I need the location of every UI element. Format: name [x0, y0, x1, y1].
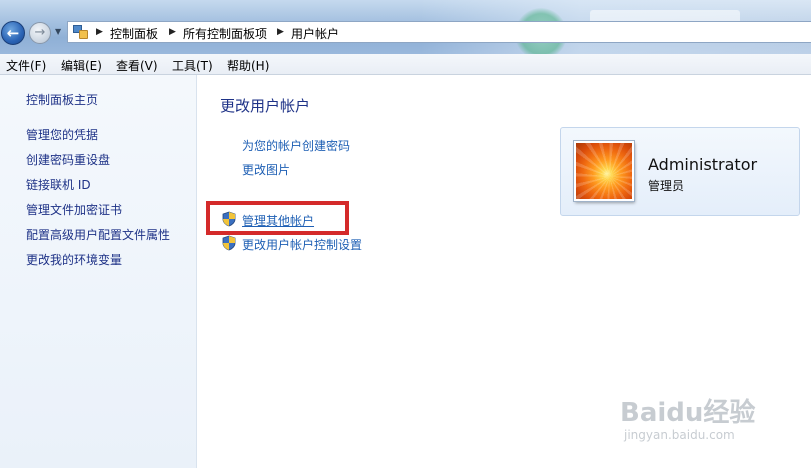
- breadcrumb-chevron-icon[interactable]: ▶: [169, 24, 176, 40]
- control-panel-icon: [73, 25, 88, 39]
- sidebar-item-environment-variables[interactable]: 更改我的环境变量: [26, 251, 122, 268]
- breadcrumb-control-panel[interactable]: 控制面板: [110, 25, 158, 42]
- menu-view[interactable]: 查看(V): [116, 57, 158, 74]
- change-picture-link[interactable]: 更改图片: [242, 161, 290, 178]
- sidebar-item-link-online-id[interactable]: 链接联机 ID: [26, 176, 91, 193]
- watermark-url: jingyan.baidu.com: [624, 428, 735, 442]
- create-password-link[interactable]: 为您的帐户创建密码: [242, 137, 350, 154]
- forward-arrow-icon: →: [34, 25, 46, 40]
- address-bar[interactable]: ▶ 控制面板 ▶ 所有控制面板项 ▶ 用户帐户: [67, 21, 811, 43]
- uac-shield-icon: [222, 235, 236, 251]
- uac-settings-link[interactable]: 更改用户帐户控制设置: [242, 236, 362, 253]
- sidebar-item-encryption-certificates[interactable]: 管理文件加密证书: [26, 201, 122, 218]
- breadcrumb-chevron-icon[interactable]: ▶: [96, 24, 103, 40]
- page-title: 更改用户帐户: [220, 97, 311, 115]
- back-button[interactable]: ←: [1, 21, 25, 45]
- menu-tools[interactable]: 工具(T): [172, 57, 213, 74]
- window-titlebar: ← → ▼ ▶ 控制面板 ▶ 所有控制面板项 ▶ 用户帐户: [0, 0, 811, 54]
- breadcrumb-user-accounts[interactable]: 用户帐户: [291, 25, 339, 42]
- task-sidebar: 控制面板主页 管理您的凭据 创建密码重设盘 链接联机 ID 管理文件加密证书 配…: [0, 75, 197, 468]
- user-account-card: Administrator 管理员: [560, 127, 800, 216]
- sidebar-item-advanced-profile-properties[interactable]: 配置高级用户配置文件属性: [26, 226, 170, 243]
- menu-file[interactable]: 文件(F): [6, 57, 46, 74]
- back-arrow-icon: ←: [6, 24, 20, 42]
- sidebar-item-manage-credentials[interactable]: 管理您的凭据: [26, 126, 98, 143]
- watermark: Baidu经验 jingyan.baidu.com: [620, 392, 800, 452]
- user-name: Administrator: [648, 155, 758, 174]
- forward-button[interactable]: →: [29, 22, 51, 44]
- recent-pages-dropdown[interactable]: ▼: [55, 27, 61, 36]
- breadcrumb-chevron-icon[interactable]: ▶: [277, 24, 284, 40]
- sidebar-item-control-panel-home[interactable]: 控制面板主页: [26, 91, 98, 108]
- menu-bar: 文件(F) 编辑(E) 查看(V) 工具(T) 帮助(H): [0, 54, 811, 75]
- sidebar-item-password-reset-disk[interactable]: 创建密码重设盘: [26, 151, 110, 168]
- user-role: 管理员: [648, 179, 685, 193]
- avatar[interactable]: [574, 141, 634, 201]
- breadcrumb-all-items[interactable]: 所有控制面板项: [183, 25, 267, 42]
- menu-edit[interactable]: 编辑(E): [61, 57, 102, 74]
- annotation-highlight-box: [206, 201, 349, 235]
- menu-help[interactable]: 帮助(H): [227, 57, 269, 74]
- watermark-brand: Baidu经验: [620, 398, 756, 428]
